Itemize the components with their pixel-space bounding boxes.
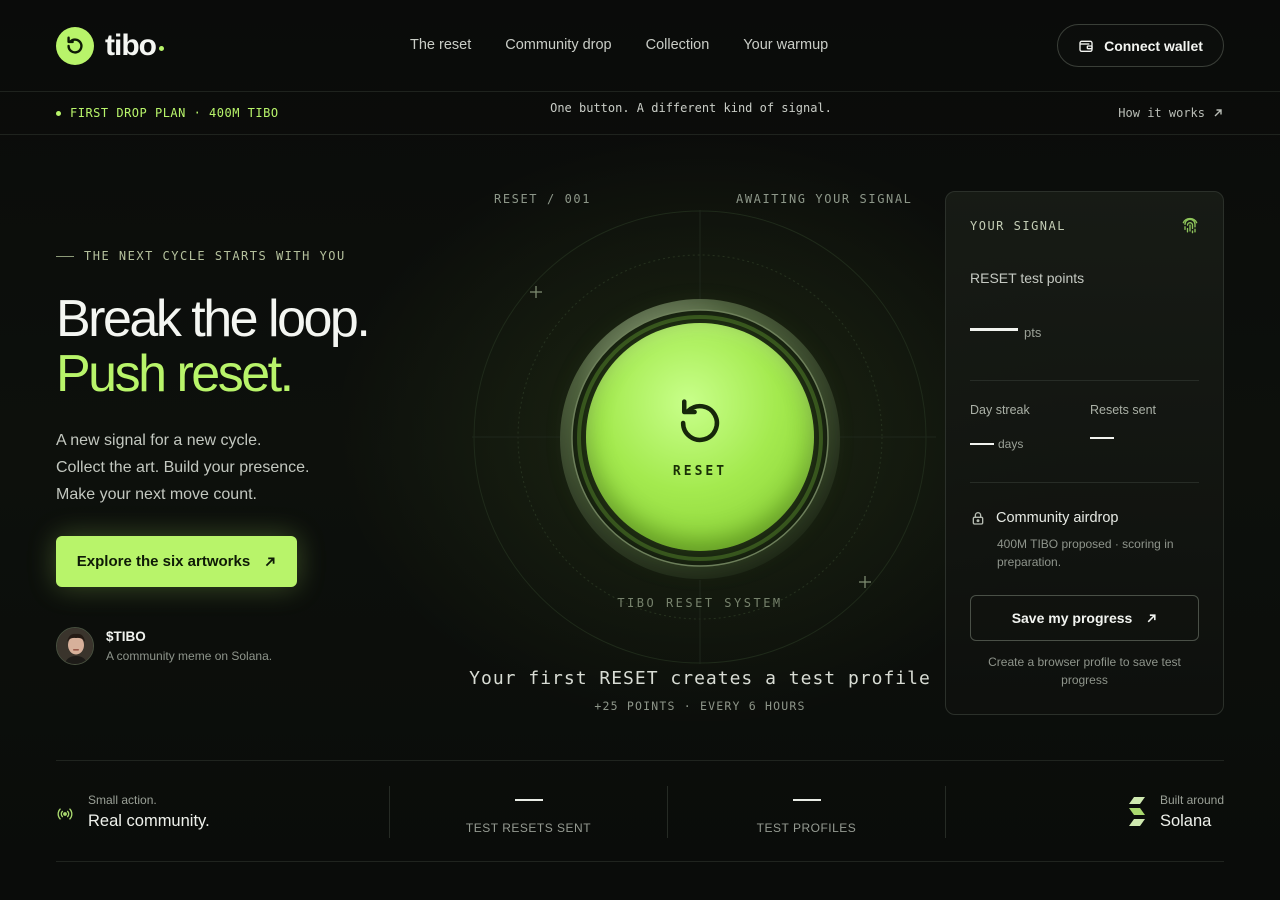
announcement-bar: FIRST DROP PLAN · 400M TIBO One button. …: [0, 92, 1280, 135]
token-name: $TIBO: [106, 629, 146, 644]
day-streak-empty-dash: [970, 443, 994, 445]
connect-wallet-button[interactable]: Connect wallet: [1057, 24, 1224, 67]
fingerprint-icon: [1182, 217, 1198, 234]
awaiting-signal-label: AWAITING YOUR SIGNAL: [736, 192, 913, 206]
day-streak-stat: Day streak days: [970, 403, 1030, 451]
wallet-icon: [1079, 40, 1093, 52]
day-streak-label: Day streak: [970, 403, 1030, 417]
explore-artworks-label: Explore the six artworks: [76, 553, 251, 570]
reset-counter-label: RESET / 001: [494, 192, 592, 206]
hero-lead: A new signal for a new cycle. Collect th…: [56, 427, 309, 508]
save-progress-label: Save my progress: [1011, 610, 1133, 626]
points-frequency: +25 POINTS · EVERY 6 HOURS: [594, 699, 806, 713]
system-label: TIBO RESET SYSTEM: [617, 596, 783, 610]
broadcast-icon: [57, 808, 73, 820]
test-resets-empty-dash: [514, 799, 543, 801]
points-value: pts: [970, 325, 1041, 340]
community-tagline: Small action. Real community.: [56, 793, 210, 831]
nav-item-community-drop[interactable]: Community drop: [505, 37, 611, 53]
divider: [970, 380, 1199, 381]
token-description: A community meme on Solana.: [106, 649, 273, 663]
reset-arrow-icon: [56, 27, 94, 65]
divider: [945, 786, 946, 838]
reset-tagline: Your first RESET creates a test profile: [469, 668, 931, 689]
resets-sent-label: Resets sent: [1090, 403, 1157, 417]
hero-eyebrow: THE NEXT CYCLE STARTS WITH YOU: [56, 249, 346, 263]
points-label: RESET test points: [970, 270, 1085, 286]
test-resets-stat: TEST RESETS SENT: [390, 799, 667, 835]
top-header: tibo The reset Community drop Collection…: [0, 0, 1280, 92]
test-profiles-label: TEST PROFILES: [756, 821, 857, 835]
arrow-up-right-icon: [265, 557, 275, 566]
airdrop-title: Community airdrop: [996, 510, 1119, 526]
brand-logo[interactable]: tibo: [56, 27, 164, 65]
reset-button[interactable]: RESET: [586, 323, 814, 551]
hero-title-line2: Push reset.: [56, 345, 294, 403]
lead-line: Collect the art. Build your presence.: [56, 459, 310, 476]
resets-sent-empty-dash: [1090, 437, 1114, 439]
community-stats-strip: Small action. Real community. TEST RESET…: [56, 760, 1224, 862]
day-streak-unit: days: [998, 437, 1024, 451]
airdrop-description: 400M TIBO proposed · scoring in preparat…: [997, 537, 1174, 569]
eyebrow-text: THE NEXT CYCLE STARTS WITH YOU: [84, 249, 346, 263]
built-around-label: Built around: [1159, 793, 1224, 807]
hero-title: Break the loop. Push reset.: [56, 290, 371, 403]
solana-credit: Built around Solana: [1128, 793, 1224, 831]
divider: [970, 482, 1199, 483]
how-it-works-link[interactable]: How it works: [1118, 106, 1223, 120]
main-nav: The reset Community drop Collection Your…: [410, 37, 828, 53]
lead-line: A new signal for a new cycle.: [56, 432, 262, 449]
explore-artworks-button[interactable]: Explore the six artworks: [56, 536, 297, 587]
connect-wallet-label: Connect wallet: [1104, 37, 1203, 54]
nav-item-collection[interactable]: Collection: [646, 37, 710, 53]
eyebrow-line: [56, 255, 74, 257]
announcement-text: One button. A different kind of signal.: [550, 101, 832, 115]
card-title: YOUR SIGNAL: [970, 219, 1066, 233]
lock-icon: [972, 512, 984, 525]
test-resets-label: TEST RESETS SENT: [465, 821, 592, 835]
reset-arrow-icon: [680, 398, 720, 442]
arrow-up-right-icon: [1214, 109, 1222, 117]
airdrop-info: Community airdrop 400M TIBO proposed · s…: [970, 510, 1197, 571]
save-progress-note: Create a browser profile to save test pr…: [988, 655, 1181, 687]
token-info: $TIBO A community meme on Solana.: [56, 627, 272, 665]
test-profiles-stat: TEST PROFILES: [668, 799, 945, 835]
lead-line: Make your next move count.: [56, 486, 257, 503]
reset-button-label: RESET: [672, 463, 728, 479]
solana-logo-icon: [1128, 797, 1145, 826]
nav-item-the-reset[interactable]: The reset: [410, 37, 471, 53]
solana-label: Solana: [1159, 812, 1212, 830]
signal-card: YOUR SIGNAL RESET test points pts Day st…: [945, 191, 1224, 715]
resets-sent-stat: Resets sent: [1090, 403, 1156, 445]
hero-title-line1: Break the loop.: [56, 290, 371, 348]
community-tagline-big: Real community.: [88, 812, 210, 830]
avatar: [56, 627, 94, 665]
community-tagline-small: Small action.: [88, 793, 157, 807]
brand-dot: [158, 45, 164, 51]
test-profiles-empty-dash: [792, 799, 821, 801]
points-unit: pts: [1024, 325, 1042, 340]
save-progress-button[interactable]: Save my progress: [970, 595, 1199, 641]
nav-item-your-warmup[interactable]: Your warmup: [743, 37, 828, 53]
arrow-up-right-icon: [1147, 613, 1156, 622]
how-it-works-label: How it works: [1118, 106, 1205, 120]
points-empty-dash: [970, 328, 1018, 331]
brand-name: tibo: [105, 29, 157, 62]
